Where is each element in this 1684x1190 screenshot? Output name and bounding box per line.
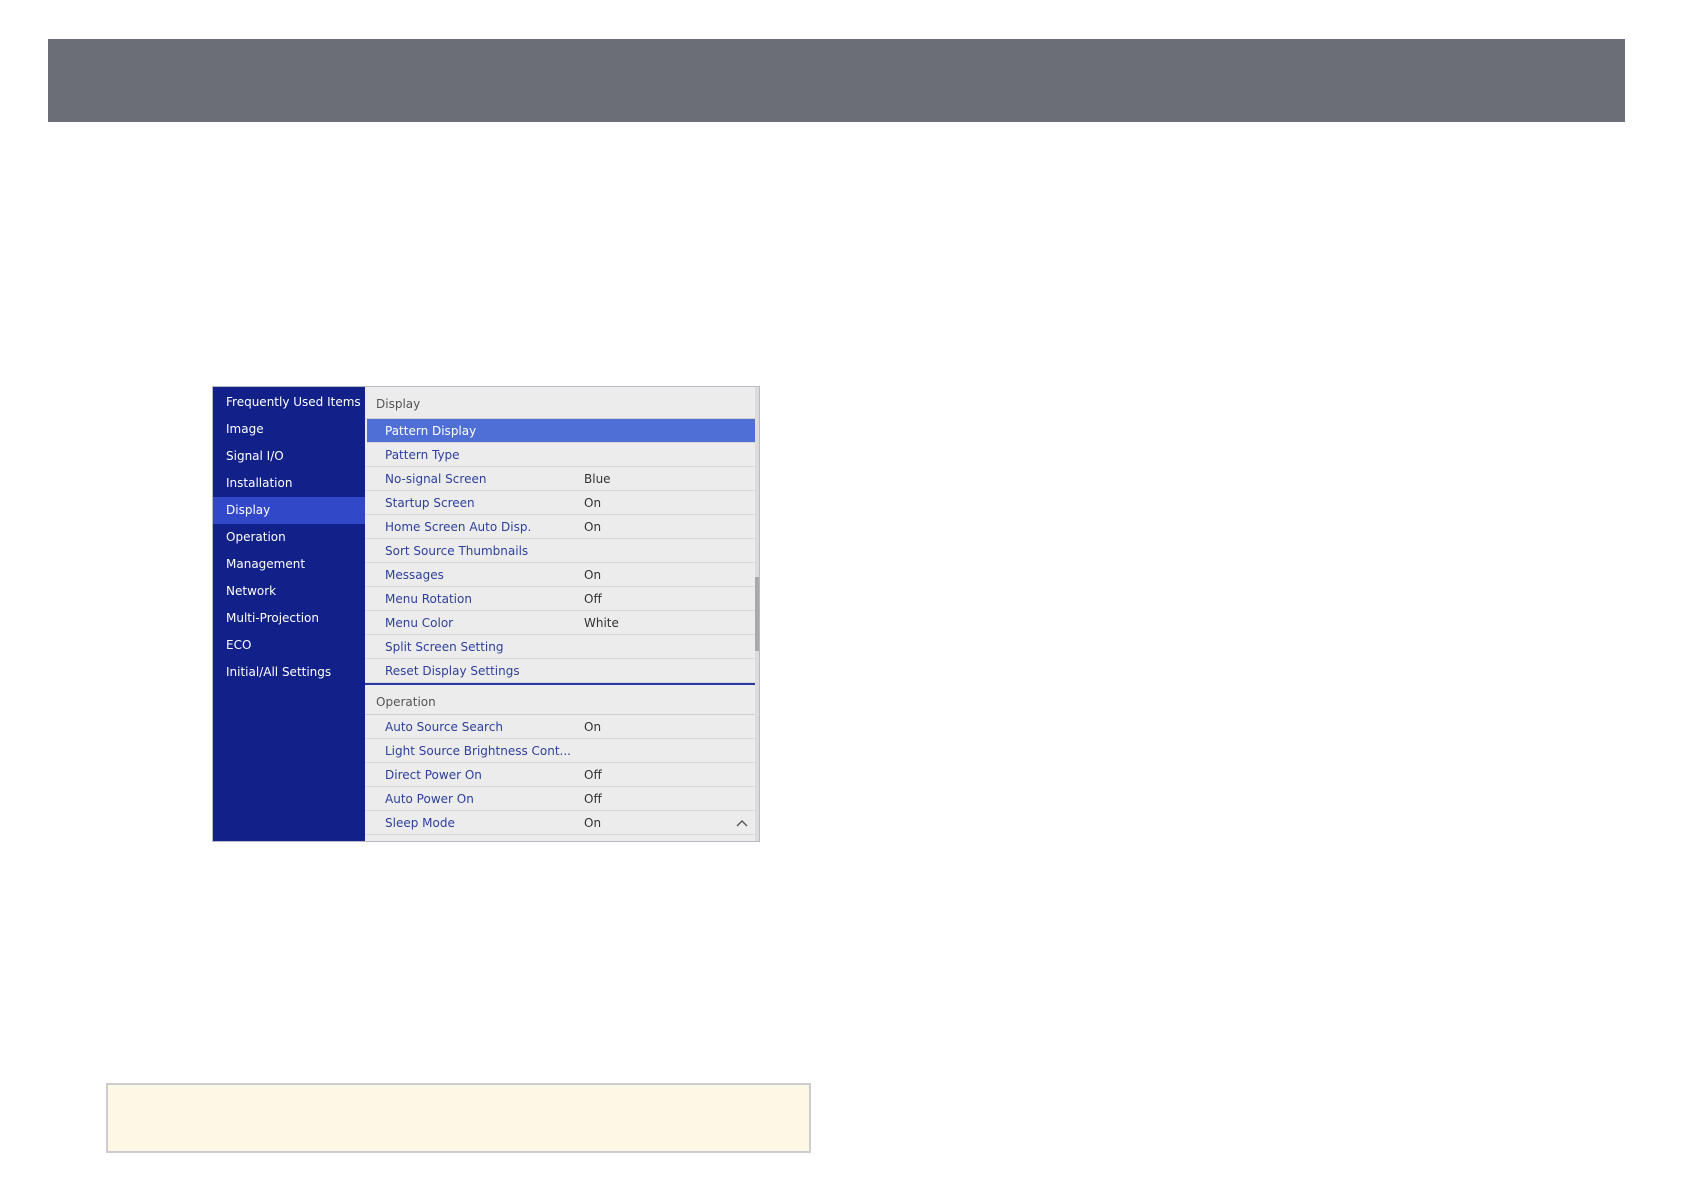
sidebar-item-display[interactable]: Display bbox=[213, 497, 365, 524]
section-header-display: Display bbox=[365, 387, 757, 419]
row-label: Reset Display Settings bbox=[385, 664, 520, 678]
menu-row-auto-source-search[interactable]: Auto Source Search On bbox=[365, 715, 757, 739]
row-label: Pattern Display bbox=[385, 424, 477, 438]
note-box bbox=[106, 1083, 811, 1153]
row-value: On bbox=[584, 816, 602, 830]
menu-row-menu-rotation[interactable]: Menu Rotation Off bbox=[365, 587, 757, 611]
row-value: On bbox=[584, 720, 602, 734]
menu-scrollbar[interactable] bbox=[755, 387, 759, 841]
row-label: Menu Rotation bbox=[385, 592, 472, 606]
sidebar-item-frequently-used-items[interactable]: Frequently Used Items bbox=[213, 389, 365, 416]
row-label: Startup Screen bbox=[385, 496, 475, 510]
menu-row-direct-power-on[interactable]: Direct Power On Off bbox=[365, 763, 757, 787]
row-value: Blue bbox=[584, 472, 611, 486]
row-value: Off bbox=[584, 768, 602, 782]
header-bar bbox=[48, 39, 1625, 122]
sidebar-item-multi-projection[interactable]: Multi-Projection bbox=[213, 605, 365, 632]
menu-row-sort-source-thumbnails[interactable]: Sort Source Thumbnails bbox=[365, 539, 757, 563]
row-value: On bbox=[584, 568, 602, 582]
row-label: Menu Color bbox=[385, 616, 454, 630]
row-label: Sleep Mode bbox=[385, 816, 455, 830]
sidebar-item-signal-io[interactable]: Signal I/O bbox=[213, 443, 365, 470]
row-value: On bbox=[584, 496, 602, 510]
row-label: Light Source Brightness Cont... bbox=[385, 744, 571, 758]
row-label: No-signal Screen bbox=[385, 472, 487, 486]
sidebar-item-eco[interactable]: ECO bbox=[213, 632, 365, 659]
row-value: Off bbox=[584, 792, 602, 806]
row-value: White bbox=[584, 616, 619, 630]
projector-menu: Frequently Used Items Image Signal I/O I… bbox=[212, 386, 760, 842]
row-label: Pattern Type bbox=[385, 448, 460, 462]
row-label: Direct Power On bbox=[385, 768, 482, 782]
sidebar-item-network[interactable]: Network bbox=[213, 578, 365, 605]
scrollbar-thumb[interactable] bbox=[755, 577, 759, 651]
menu-row-no-signal-screen[interactable]: No-signal Screen Blue bbox=[365, 467, 757, 491]
menu-row-partial[interactable] bbox=[365, 835, 757, 841]
sidebar-item-initial-all-settings[interactable]: Initial/All Settings bbox=[213, 659, 365, 686]
menu-sidebar: Frequently Used Items Image Signal I/O I… bbox=[213, 387, 365, 841]
sidebar-item-image[interactable]: Image bbox=[213, 416, 365, 443]
row-label: Auto Source Search bbox=[385, 720, 503, 734]
sidebar-item-operation[interactable]: Operation bbox=[213, 524, 365, 551]
menu-row-split-screen-setting[interactable]: Split Screen Setting bbox=[365, 635, 757, 659]
menu-row-startup-screen[interactable]: Startup Screen On bbox=[365, 491, 757, 515]
row-label: Home Screen Auto Disp. bbox=[385, 520, 532, 534]
menu-row-sleep-mode[interactable]: Sleep Mode On bbox=[365, 811, 757, 835]
row-value: Off bbox=[584, 592, 602, 606]
page: Frequently Used Items Image Signal I/O I… bbox=[0, 0, 1684, 1190]
menu-row-pattern-type[interactable]: Pattern Type bbox=[365, 443, 757, 467]
sidebar-item-installation[interactable]: Installation bbox=[213, 470, 365, 497]
section-header-operation: Operation bbox=[365, 683, 757, 715]
row-label: Auto Power On bbox=[385, 792, 474, 806]
row-label: Split Screen Setting bbox=[385, 640, 504, 654]
menu-row-menu-color[interactable]: Menu Color White bbox=[365, 611, 757, 635]
chevron-up-icon[interactable] bbox=[735, 811, 749, 835]
menu-content: Display Pattern Display Pattern Type No-… bbox=[365, 387, 757, 841]
row-value: On bbox=[584, 520, 602, 534]
menu-row-pattern-display[interactable]: Pattern Display bbox=[367, 419, 755, 443]
menu-row-light-source-brightness-control[interactable]: Light Source Brightness Cont... bbox=[365, 739, 757, 763]
row-label: Sort Source Thumbnails bbox=[385, 544, 529, 558]
menu-row-home-screen-auto-disp[interactable]: Home Screen Auto Disp. On bbox=[365, 515, 757, 539]
menu-row-reset-display-settings[interactable]: Reset Display Settings bbox=[365, 659, 757, 683]
row-label: Messages bbox=[385, 568, 444, 582]
menu-row-auto-power-on[interactable]: Auto Power On Off bbox=[365, 787, 757, 811]
sidebar-item-management[interactable]: Management bbox=[213, 551, 365, 578]
menu-row-messages[interactable]: Messages On bbox=[365, 563, 757, 587]
